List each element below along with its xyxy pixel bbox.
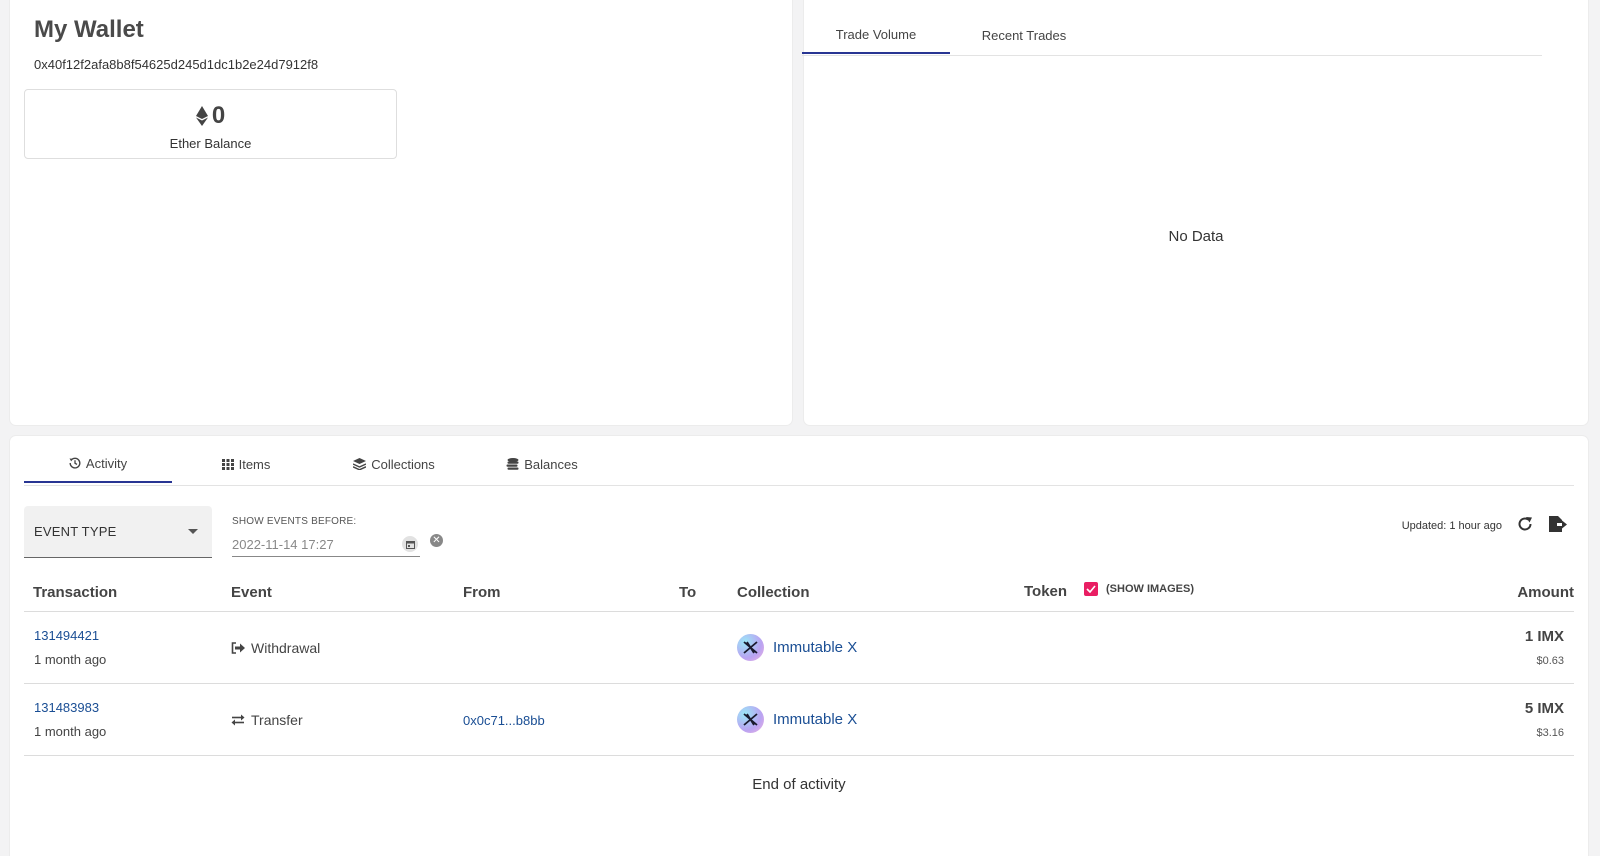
tab-items[interactable]: Items xyxy=(172,445,320,483)
trade-tabs: Trade Volume Recent Trades xyxy=(802,16,1098,54)
grid-icon xyxy=(221,458,234,470)
transaction-time: 1 month ago xyxy=(34,724,107,739)
event-label: Withdrawal xyxy=(251,640,321,656)
activity-card: Activity Items Collections Balances EVEN… xyxy=(10,436,1588,856)
page-title: My Wallet xyxy=(34,16,144,43)
col-token: Token xyxy=(1024,583,1068,600)
ether-balance-value: 0 xyxy=(211,102,226,129)
tab-balances-label: Balances xyxy=(524,456,578,472)
amount-usd: $3.16 xyxy=(1536,727,1564,739)
tab-collections[interactable]: Collections xyxy=(320,445,468,483)
dropdown-arrow-icon xyxy=(188,529,198,534)
ethereum-icon xyxy=(195,106,208,126)
col-event: Event xyxy=(231,584,272,601)
col-from: From xyxy=(463,584,501,601)
date-field-label: SHOW EVENTS BEFORE: xyxy=(232,516,357,527)
event-type-select[interactable]: EVENT TYPE xyxy=(24,506,212,558)
clear-date-icon[interactable]: ✕ xyxy=(430,534,443,547)
transaction-time: 1 month ago xyxy=(34,652,107,667)
updated-timestamp: Updated: 1 hour ago xyxy=(1401,520,1502,532)
table-row: 131483983 1 month ago Transfer 0x0c71...… xyxy=(24,684,1574,756)
tab-recent-trades[interactable]: Recent Trades xyxy=(950,16,1098,54)
wallet-card: My Wallet 0x40f12f2afa8b8f54625d245d1dc1… xyxy=(10,0,792,425)
table-header: Transaction Event From To Collection Tok… xyxy=(24,572,1574,612)
from-address[interactable]: 0x0c71...b8bb xyxy=(463,713,545,728)
check-icon xyxy=(1086,585,1096,593)
show-images-toggle[interactable]: (SHOW IMAGES) xyxy=(1084,582,1194,596)
amount-cell: 1 IMX $0.63 xyxy=(1525,628,1564,667)
amount-value: 1 IMX xyxy=(1524,628,1564,645)
event-cell: Withdrawal xyxy=(231,640,320,656)
date-input[interactable]: 2022-11-14 17:27 xyxy=(232,537,334,552)
tabs-divider xyxy=(802,55,1542,56)
col-collection: Collection xyxy=(737,584,810,601)
tab-collections-label: Collections xyxy=(371,456,435,472)
trade-card: Trade Volume Recent Trades No Data xyxy=(802,0,1588,425)
transaction-link[interactable]: 131483983 xyxy=(34,700,99,715)
tab-balances[interactable]: Balances xyxy=(468,445,616,483)
event-type-label: EVENT TYPE xyxy=(34,524,117,539)
col-to: To xyxy=(679,584,697,601)
collection-cell[interactable]: Immutable X xyxy=(737,634,857,661)
col-transaction: Transaction xyxy=(33,584,118,601)
export-icon[interactable] xyxy=(1548,515,1568,533)
collection-cell[interactable]: Immutable X xyxy=(737,706,857,733)
activity-tabs: Activity Items Collections Balances xyxy=(24,445,616,483)
calendar-icon[interactable] xyxy=(402,536,418,552)
wallet-address: 0x40f12f2afa8b8f54625d245d1dc1b2e24d7912… xyxy=(34,57,319,72)
table-row: 131494421 1 month ago Withdrawal Immutab… xyxy=(24,612,1574,684)
coins-icon xyxy=(506,458,519,470)
transfer-icon xyxy=(231,714,245,726)
activity-tabs-divider xyxy=(24,485,1574,486)
transaction-link[interactable]: 131494421 xyxy=(34,628,99,643)
show-images-label: (SHOW IMAGES) xyxy=(1106,583,1194,595)
amount-value: 5 IMX xyxy=(1524,700,1564,717)
col-amount: Amount xyxy=(1517,584,1574,601)
show-images-checkbox[interactable] xyxy=(1084,582,1098,596)
tab-activity-label: Activity xyxy=(85,455,128,471)
trade-empty-state: No Data xyxy=(1168,228,1224,245)
collection-link[interactable]: Immutable X xyxy=(773,639,857,656)
layers-icon xyxy=(353,458,367,470)
tab-trade-volume[interactable]: Trade Volume xyxy=(802,16,950,54)
history-icon xyxy=(69,457,81,469)
tab-items-label: Items xyxy=(238,456,271,472)
immutable-x-logo-icon xyxy=(737,706,764,733)
tab-activity[interactable]: Activity xyxy=(24,445,172,483)
refresh-icon[interactable] xyxy=(1516,515,1534,533)
amount-cell: 5 IMX $3.16 xyxy=(1525,700,1564,739)
amount-usd: $0.63 xyxy=(1536,655,1564,667)
event-cell: Transfer xyxy=(231,712,303,728)
ether-balance-label: Ether Balance xyxy=(169,136,252,151)
collection-link[interactable]: Immutable X xyxy=(773,711,857,728)
withdrawal-icon xyxy=(231,642,245,654)
immutable-x-logo-icon xyxy=(737,634,764,661)
ether-balance-box: 0 Ether Balance xyxy=(24,89,397,159)
activity-table: Transaction Event From To Collection Tok… xyxy=(24,572,1574,756)
show-events-before-field[interactable]: SHOW EVENTS BEFORE: 2022-11-14 17:27 xyxy=(232,516,420,557)
end-of-activity-text: End of activity xyxy=(752,776,846,793)
event-label: Transfer xyxy=(251,712,303,728)
